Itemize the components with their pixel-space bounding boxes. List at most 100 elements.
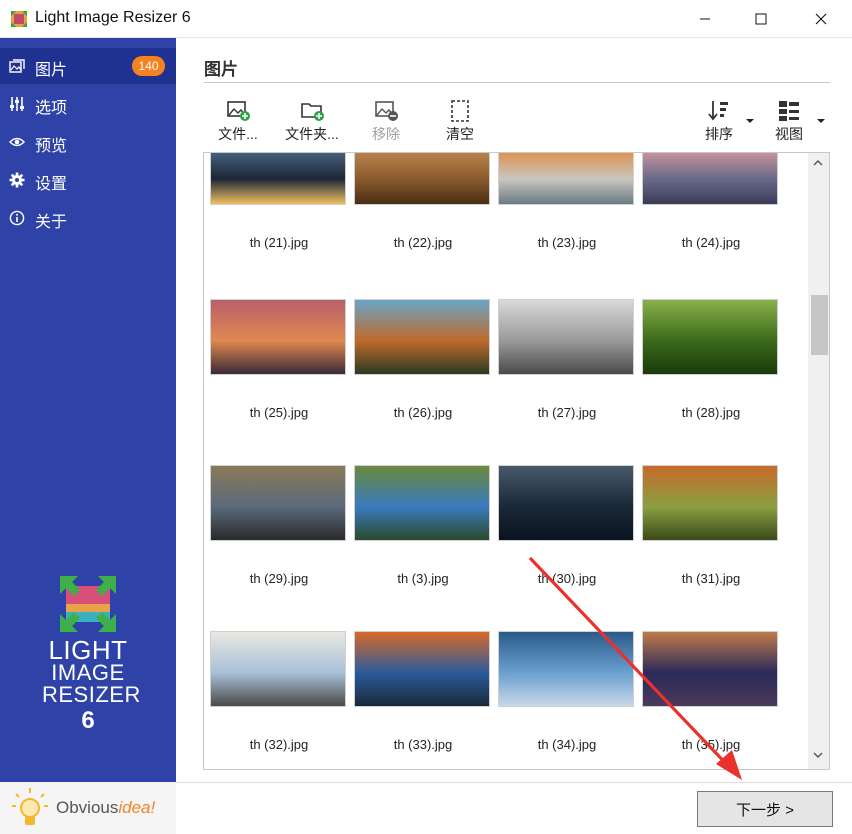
- footer-divider: [176, 782, 852, 783]
- clear-icon: [451, 100, 469, 122]
- sidebar-item-images[interactable]: 图片 140: [0, 48, 176, 84]
- next-step-button[interactable]: 下一步 >: [697, 791, 833, 827]
- remove-label: 移除: [372, 126, 400, 142]
- sidebar: 图片 140 选项 预览 设置 关于 LIGHT IMAGE RESIZER 6: [0, 38, 176, 782]
- app-logo-icon: [11, 11, 27, 27]
- thumbnail-image[interactable]: [354, 153, 490, 205]
- scroll-down-icon[interactable]: [813, 751, 823, 759]
- thumbnail-filename: th (32).jpg: [249, 737, 309, 752]
- thumbnail-image[interactable]: [498, 153, 634, 205]
- sidebar-item-label: 选项: [35, 100, 68, 117]
- sidebar-item-options[interactable]: 选项: [0, 86, 176, 122]
- view-dropdown-icon[interactable]: [816, 116, 826, 126]
- thumbnail-image[interactable]: [210, 153, 346, 205]
- sidebar-item-settings[interactable]: 设置: [0, 162, 176, 198]
- maximize-button[interactable]: [738, 0, 784, 38]
- sidebar-item-about[interactable]: 关于: [0, 200, 176, 236]
- view-label: 视图: [775, 126, 803, 142]
- sidebar-item-preview[interactable]: 预览: [0, 124, 176, 160]
- thumbnail-image[interactable]: [354, 465, 490, 541]
- brand-text-part-b: idea!: [118, 798, 156, 817]
- info-icon: [9, 210, 25, 226]
- thumbnail-filename: th (23).jpg: [537, 235, 597, 250]
- sidebar-item-label: 关于: [35, 214, 68, 231]
- thumbnail-item[interactable]: th (34).jpg: [498, 631, 636, 769]
- sidebar-item-label: 设置: [35, 176, 68, 193]
- sort-dropdown-icon[interactable]: [745, 116, 755, 126]
- sort-label: 排序: [705, 126, 733, 142]
- thumbnail-image[interactable]: [210, 465, 346, 541]
- resizer-logo-icon: [60, 576, 116, 632]
- thumbnail-filename: th (33).jpg: [393, 737, 453, 752]
- close-icon: [815, 13, 827, 25]
- thumbnail-item[interactable]: th (24).jpg: [642, 153, 780, 297]
- thumbnail-item[interactable]: th (25).jpg: [210, 299, 348, 449]
- gear-icon: [9, 172, 25, 188]
- thumbnail-filename: th (25).jpg: [249, 405, 309, 420]
- add-folder-icon: [301, 103, 324, 121]
- minimize-icon: [700, 18, 710, 20]
- image-grid[interactable]: th (21).jpg th (22).jpg th (23).jpg th (24)…: [203, 152, 830, 770]
- thumbnail-image[interactable]: [642, 153, 778, 205]
- thumbnail-filename: th (22).jpg: [393, 235, 453, 250]
- brand-text: Obviousidea!: [56, 798, 155, 818]
- thumbnail-image[interactable]: [210, 631, 346, 707]
- vertical-scrollbar[interactable]: [808, 153, 829, 769]
- thumbnail-image[interactable]: [498, 631, 634, 707]
- thumbnail-image[interactable]: [642, 299, 778, 375]
- thumbnail-item[interactable]: th (21).jpg: [210, 153, 348, 297]
- thumbnail-item[interactable]: th (27).jpg: [498, 299, 636, 449]
- close-button[interactable]: [798, 0, 844, 38]
- add-files-button[interactable]: 文件...: [214, 100, 262, 146]
- thumbnail-filename: th (30).jpg: [537, 571, 597, 586]
- sliders-icon: [10, 97, 24, 111]
- images-icon: [9, 59, 25, 73]
- thumbnail-item[interactable]: th (30).jpg: [498, 465, 636, 615]
- thumbnail-item[interactable]: th (3).jpg: [354, 465, 492, 615]
- thumbnail-image[interactable]: [642, 465, 778, 541]
- sidebar-item-label: 预览: [35, 138, 68, 155]
- add-folder-button[interactable]: 文件夹...: [281, 100, 343, 146]
- thumbnail-item[interactable]: th (33).jpg: [354, 631, 492, 769]
- thumbnail-item[interactable]: th (22).jpg: [354, 153, 492, 297]
- thumbnail-item[interactable]: th (32).jpg: [210, 631, 348, 769]
- sort-icon: [708, 101, 728, 121]
- thumbnail-image[interactable]: [498, 465, 634, 541]
- remove-button[interactable]: 移除: [366, 100, 406, 146]
- sort-button[interactable]: 排序: [700, 100, 738, 146]
- product-logo: LIGHT IMAGE RESIZER 6: [42, 576, 140, 776]
- view-button[interactable]: 视图: [770, 100, 808, 146]
- thumbnail-image[interactable]: [210, 299, 346, 375]
- logo-version: 6: [81, 707, 95, 734]
- eye-icon: [9, 137, 25, 147]
- page-title: 图片: [204, 60, 238, 79]
- add-folder-label: 文件夹...: [285, 126, 339, 142]
- thumbnail-image[interactable]: [354, 299, 490, 375]
- thumbnail-item[interactable]: th (23).jpg: [498, 153, 636, 297]
- thumbnail-item[interactable]: th (35).jpg: [642, 631, 780, 769]
- title-bar: Light Image Resizer 6: [0, 0, 852, 38]
- thumbnail-image[interactable]: [498, 299, 634, 375]
- thumbnail-filename: th (26).jpg: [393, 405, 453, 420]
- sidebar-item-label: 图片: [35, 62, 68, 79]
- thumbnail-item[interactable]: th (26).jpg: [354, 299, 492, 449]
- add-image-icon: [227, 101, 250, 121]
- add-files-label: 文件...: [218, 126, 258, 142]
- thumbnail-item[interactable]: th (31).jpg: [642, 465, 780, 615]
- thumbnail-item[interactable]: th (28).jpg: [642, 299, 780, 449]
- thumbnail-filename: th (34).jpg: [537, 737, 597, 752]
- obviousidea-brand[interactable]: Obviousidea!: [0, 782, 176, 834]
- clear-label: 清空: [446, 126, 474, 142]
- clear-button[interactable]: 清空: [440, 100, 480, 146]
- scroll-up-icon[interactable]: [813, 159, 823, 167]
- scrollbar-thumb[interactable]: [811, 295, 828, 355]
- minimize-button[interactable]: [682, 0, 728, 38]
- image-count-badge: 140: [132, 56, 165, 76]
- thumbnail-image[interactable]: [354, 631, 490, 707]
- remove-image-icon: [375, 101, 398, 121]
- logo-text-image: IMAGE: [51, 660, 125, 685]
- thumbnail-image[interactable]: [642, 631, 778, 707]
- title-divider: [204, 82, 830, 83]
- thumbnail-item[interactable]: th (29).jpg: [210, 465, 348, 615]
- thumbnail-filename: th (24).jpg: [681, 235, 741, 250]
